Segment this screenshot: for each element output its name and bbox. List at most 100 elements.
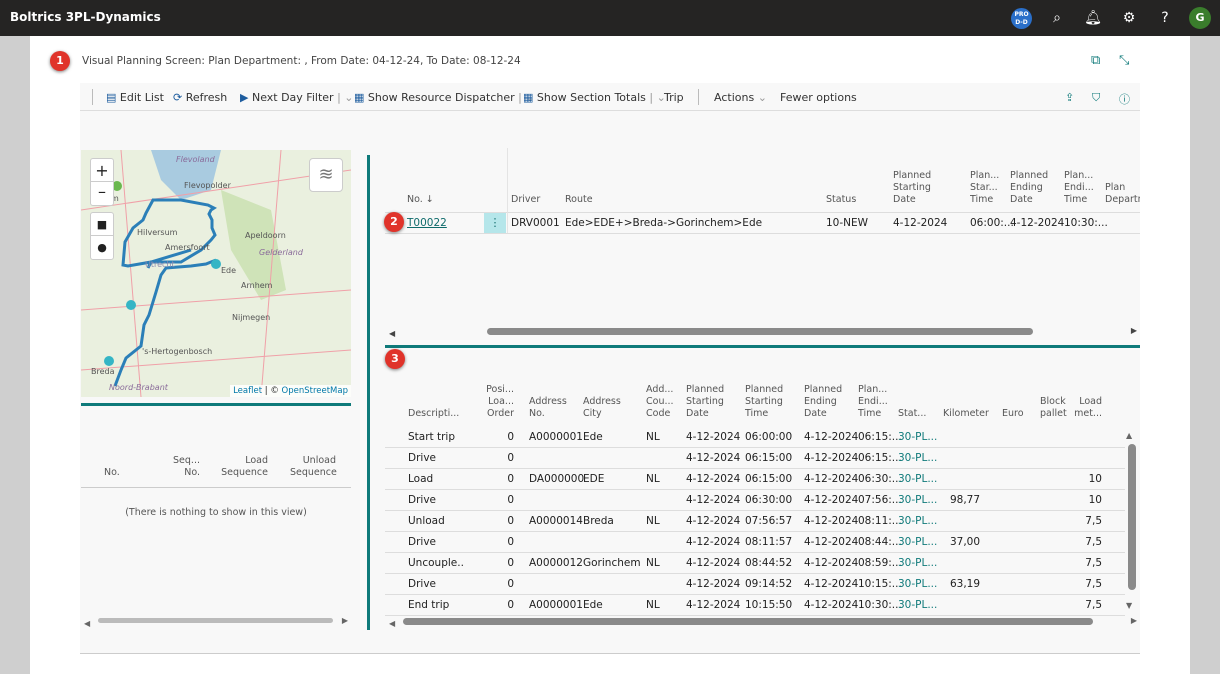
play-icon: ▶ bbox=[240, 91, 249, 104]
show-resource-dispatcher-button[interactable]: ▦ Show Resource Dispatcher | ⌄ bbox=[354, 91, 535, 104]
info-icon[interactable]: ⓘ bbox=[1119, 91, 1130, 107]
share-icon[interactable]: ⇪ bbox=[1065, 91, 1074, 104]
cell: 4-12-2024 bbox=[686, 452, 741, 464]
col-seq-no[interactable]: Seq... No. bbox=[170, 455, 200, 479]
cell: 4-12-2024 bbox=[804, 536, 859, 548]
layers-button[interactable]: ≋ bbox=[309, 158, 343, 192]
column-header[interactable]: Plan... Star... Time bbox=[970, 170, 1005, 206]
trips-horizontal-scrollbar[interactable]: ◀ ▶ bbox=[389, 326, 1137, 338]
leaflet-link[interactable]: Leaflet bbox=[233, 386, 262, 396]
col-no[interactable]: No. bbox=[104, 467, 120, 479]
cell: 4-12-2024 bbox=[804, 557, 859, 569]
cell: DA000000 bbox=[529, 473, 585, 485]
column-header[interactable]: Load met... bbox=[1072, 396, 1102, 420]
column-header[interactable]: Descripti... bbox=[408, 408, 463, 420]
cell: 7,5 bbox=[1085, 536, 1102, 548]
cell: EDE bbox=[583, 473, 605, 485]
next-day-filter-button[interactable]: ▶ Next Day Filter | ⌄ bbox=[240, 91, 353, 104]
cell: 0 bbox=[507, 515, 514, 527]
cell: 7,5 bbox=[1085, 599, 1102, 611]
draw-circle-button[interactable]: ● bbox=[91, 236, 113, 259]
zoom-in-button[interactable]: + bbox=[91, 159, 113, 182]
draw-rectangle-button[interactable]: ■ bbox=[91, 213, 113, 236]
fewer-options-button[interactable]: Fewer options bbox=[780, 91, 857, 104]
cell: 4-12-2024 bbox=[686, 515, 741, 527]
trip-button[interactable]: Trip bbox=[664, 91, 684, 104]
column-header[interactable]: Euro bbox=[1002, 408, 1032, 420]
column-header[interactable]: Kilometer bbox=[943, 408, 993, 420]
column-header[interactable]: Address City bbox=[583, 396, 633, 420]
search-icon[interactable]: ⌕ bbox=[1047, 8, 1067, 28]
cell: 0 bbox=[507, 578, 514, 590]
row-actions-button[interactable]: ⋮ bbox=[484, 213, 506, 233]
column-header[interactable]: No. ↓ bbox=[407, 194, 437, 206]
callout-badge-2: 2 bbox=[384, 212, 404, 232]
col-load-sequence[interactable]: Load Sequence bbox=[220, 455, 268, 479]
callout-badge-3: 3 bbox=[385, 349, 405, 369]
column-header[interactable]: Posi... Loa... Order bbox=[484, 384, 514, 420]
column-header[interactable]: Plan... Endi... Time bbox=[858, 384, 896, 420]
column-header[interactable]: Stat... bbox=[898, 408, 938, 420]
cell: 30-PL... bbox=[898, 473, 938, 485]
cell: 30-PL... bbox=[898, 599, 938, 611]
svg-text:Gelderland: Gelderland bbox=[259, 248, 304, 257]
cell: 30-PL... bbox=[898, 536, 938, 548]
cell: 06:30:00 bbox=[745, 494, 793, 506]
splitter-vertical[interactable] bbox=[367, 155, 370, 630]
svg-text:Amersfoort: Amersfoort bbox=[165, 243, 210, 252]
avatar[interactable]: G bbox=[1189, 7, 1211, 29]
cell: 4-12-2024 bbox=[686, 473, 741, 485]
zoom-out-button[interactable]: – bbox=[91, 182, 113, 205]
refresh-button[interactable]: ⟳ Refresh bbox=[173, 91, 227, 104]
stops-vertical-scrollbar[interactable]: ▲ ▼ bbox=[1126, 428, 1138, 610]
edit-list-button[interactable]: ▤ Edit List bbox=[106, 91, 164, 104]
cell: 4-12-2024 bbox=[686, 599, 741, 611]
column-header[interactable]: Plan... Endi... Time bbox=[1064, 170, 1099, 206]
column-header[interactable]: Planned Ending Date bbox=[804, 384, 854, 420]
column-header[interactable]: Route bbox=[565, 194, 645, 206]
col-unload-sequence[interactable]: Unload Sequence bbox=[290, 455, 337, 479]
column-header[interactable]: Plan Departm bbox=[1105, 182, 1140, 206]
show-section-totals-button[interactable]: ▦ Show Section Totals | ⌄ bbox=[523, 91, 666, 104]
cell: Drive bbox=[408, 452, 436, 464]
column-header[interactable]: Planned Starting Date bbox=[686, 384, 741, 420]
open-new-window-icon[interactable]: ⧉ bbox=[1091, 53, 1100, 68]
actions-menu[interactable]: Actions ⌄ bbox=[714, 91, 767, 104]
totals-icon: ▦ bbox=[523, 91, 534, 104]
column-header[interactable]: Address No. bbox=[529, 396, 579, 420]
map[interactable]: FlevolandFlevopoldererdamHilversumAmersf… bbox=[81, 150, 351, 397]
cell: Load bbox=[408, 473, 434, 485]
osm-link[interactable]: OpenStreetMap bbox=[282, 386, 348, 396]
cell: 07:56:57 bbox=[745, 515, 793, 527]
column-header[interactable]: Planned Ending Date bbox=[1010, 170, 1050, 206]
left-horizontal-scrollbar[interactable]: ◀ ▶ bbox=[84, 616, 348, 628]
column-header[interactable]: Status bbox=[826, 194, 876, 206]
cell: 4-12-2024 bbox=[804, 431, 859, 443]
cell: 10 bbox=[1088, 494, 1102, 506]
environment-badge[interactable]: PRO D-D bbox=[1011, 8, 1032, 29]
bell-icon[interactable]: 🔔︎ bbox=[1083, 8, 1103, 28]
cell: Drive bbox=[408, 494, 436, 506]
gear-icon[interactable]: ⚙ bbox=[1119, 8, 1139, 28]
cell: 10:30:... bbox=[858, 599, 902, 611]
cell: 08:44:52 bbox=[745, 557, 793, 569]
column-header[interactable]: Planned Starting Time bbox=[745, 384, 800, 420]
svg-text:Arnhem: Arnhem bbox=[241, 281, 273, 290]
stops-horizontal-scrollbar[interactable]: ◀ ▶ bbox=[389, 616, 1137, 628]
layers-icon: ≋ bbox=[318, 164, 334, 185]
cell: 7,5 bbox=[1085, 515, 1102, 527]
column-header[interactable]: Planned Starting Date bbox=[893, 170, 953, 206]
column-header[interactable]: Block pallet bbox=[1040, 396, 1068, 420]
cell: 4-12-2024 bbox=[804, 578, 859, 590]
column-header[interactable]: Add... Cou... Code bbox=[646, 384, 676, 420]
column-header[interactable]: Driver bbox=[511, 194, 556, 206]
help-icon[interactable]: ? bbox=[1155, 8, 1175, 28]
filter-icon[interactable]: ⛉ bbox=[1092, 91, 1100, 105]
splitter-horizontal[interactable] bbox=[385, 345, 1140, 348]
svg-text:Nijmegen: Nijmegen bbox=[232, 313, 270, 322]
trip-no-link[interactable]: T00022 bbox=[407, 217, 447, 229]
cell: 4-12-2024 bbox=[804, 452, 859, 464]
top-bar: Boltrics 3PL-Dynamics PRO D-D ⌕ 🔔︎ ⚙ ? G bbox=[0, 0, 1220, 36]
collapse-icon[interactable]: ⤡ bbox=[1119, 53, 1129, 68]
map-attribution: Leaflet | © OpenStreetMap bbox=[230, 385, 351, 397]
